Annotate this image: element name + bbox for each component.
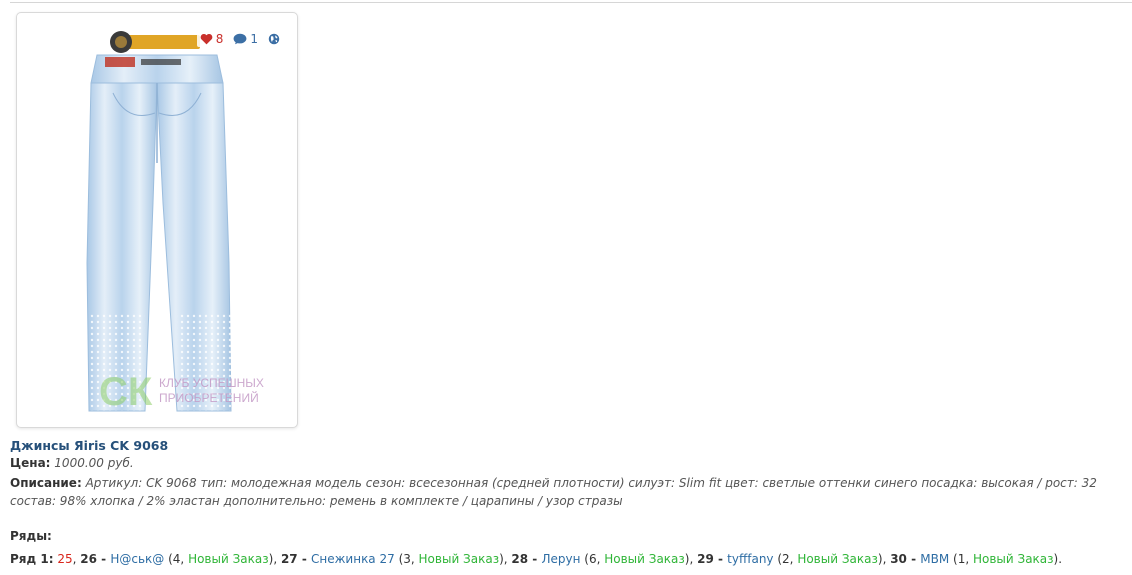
user-link[interactable]: Снежинка 27 [311,552,395,566]
rows-line: Ряд 1: 25, 26 - Н@ськ@ (4, Новый Заказ),… [10,552,1063,566]
likes-count: 8 [215,32,224,46]
product-card[interactable]: СК КЛУБ УСПЕШНЫХ ПРИОБРЕТЕНИЙ 8 1 [16,12,298,428]
top-divider [10,2,1132,3]
comments-count: 1 [250,32,258,46]
comment-icon [233,33,247,45]
order-count: 2 [782,552,790,566]
user-link[interactable]: Лерун [541,552,580,566]
order-status-link[interactable]: Новый Заказ [797,552,878,566]
price-line: Цена: 1000.00 руб. [10,456,134,470]
card-stats: 8 1 [196,31,283,47]
row-entry: 26 - Н@ськ@ (4, Новый Заказ) [80,552,274,566]
user-link[interactable]: Н@ськ@ [110,552,164,566]
order-status-link[interactable]: Новый Заказ [604,552,685,566]
description-label: Описание: [10,476,82,490]
order-count: 1 [957,552,966,566]
order-count: 4 [172,552,181,566]
order-status-link[interactable]: Новый Заказ [973,552,1054,566]
row-label: Ряд 1: [10,552,54,566]
row-number: 27 [280,552,298,566]
watermark-line2: ПРИОБРЕТЕНИЙ [159,390,259,405]
product-photo[interactable]: СК КЛУБ УСПЕШНЫХ ПРИОБРЕТЕНИЙ [17,13,297,427]
description-value: Артикул: CK 9068 тип: молодежная модель … [10,476,1097,508]
row-number: 29 [697,552,714,566]
watermark-logo: СК [99,370,153,414]
row-entry: 27 - Снежинка 27 (3, Новый Заказ) [280,552,504,566]
order-status-link[interactable]: Новый Заказ [188,552,269,566]
likes-stat[interactable]: 8 [200,32,224,46]
row-entry: 29 - tyfffany (2, Новый Заказ) [697,552,883,566]
order-count: 6 [588,552,597,566]
price-value: 1000.00 руб. [54,456,134,470]
rows-title: Ряды: [10,529,52,543]
row-entry: 28 - Лерун (6, Новый Заказ) [511,552,690,566]
user-link[interactable]: МВМ [920,552,949,566]
globe-icon [268,33,280,45]
row-number: 26 [80,552,97,566]
row-number: 30 [890,552,907,566]
comments-stat[interactable]: 1 [233,32,258,46]
product-title-link[interactable]: Джинсы Яiris CK 9068 [10,438,168,453]
row-number: 28 [511,552,529,566]
order-count: 3 [403,552,411,566]
row-number: 25 [57,552,73,566]
globe-stat[interactable] [268,33,280,45]
row-entry: 30 - МВМ (1, Новый Заказ) [890,552,1059,566]
user-link[interactable]: tyfffany [727,552,773,566]
price-label: Цена: [10,456,51,470]
heart-icon [200,33,213,45]
watermark-line1: КЛУБ УСПЕШНЫХ [159,376,264,390]
description-line: Описание: Артикул: CK 9068 тип: молодежн… [10,474,1125,510]
order-status-link[interactable]: Новый Заказ [419,552,500,566]
